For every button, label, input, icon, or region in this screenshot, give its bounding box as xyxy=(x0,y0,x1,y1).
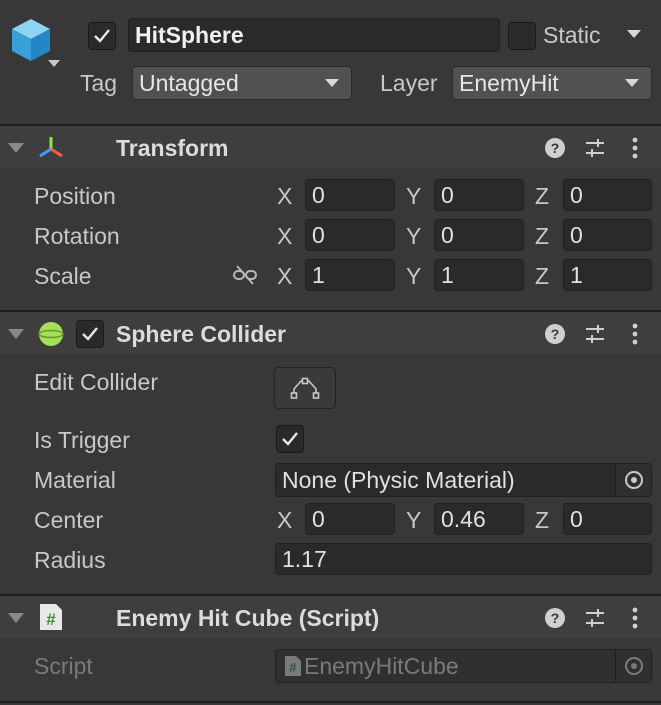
position-y-field[interactable]: 0 xyxy=(434,179,524,211)
svg-text:?: ? xyxy=(551,326,560,342)
edit-collider-label: Edit Collider xyxy=(34,369,158,395)
chevron-down-icon xyxy=(625,79,639,87)
axis-z-label: Z xyxy=(535,507,550,533)
script-field: # EnemyHitCube xyxy=(275,649,652,683)
scale-z-field[interactable]: 1 xyxy=(563,259,652,291)
static-toggle[interactable] xyxy=(508,22,536,50)
script-component-title: Enemy Hit Cube (Script) xyxy=(116,605,380,631)
rotation-x-field[interactable]: 0 xyxy=(305,219,395,251)
script-icon: # xyxy=(285,656,301,676)
axis-x-label: X xyxy=(277,223,293,249)
transform-axes-icon xyxy=(37,134,65,162)
position-z-field[interactable]: 0 xyxy=(563,179,652,211)
preset-icon[interactable] xyxy=(583,136,607,160)
axis-z-label: Z xyxy=(535,183,550,209)
axis-x-label: X xyxy=(277,507,293,533)
material-field[interactable]: None (Physic Material) xyxy=(275,463,652,497)
axis-y-label: Y xyxy=(406,263,422,289)
center-y-field[interactable]: 0.46 xyxy=(434,503,524,535)
object-picker-icon[interactable] xyxy=(615,464,651,496)
gameobject-icon-dropdown[interactable] xyxy=(48,60,60,67)
material-value: None (Physic Material) xyxy=(282,466,515,493)
help-icon[interactable]: ? xyxy=(543,322,567,346)
is-trigger-label: Is Trigger xyxy=(34,427,130,453)
layer-label: Layer xyxy=(380,70,438,96)
kebab-menu-icon[interactable] xyxy=(623,322,647,346)
edit-collider-button[interactable] xyxy=(274,367,336,409)
sphere-collider-enabled-toggle[interactable] xyxy=(76,320,104,348)
svg-text:#: # xyxy=(289,660,297,675)
axis-y-label: Y xyxy=(406,507,422,533)
center-z-field[interactable]: 0 xyxy=(563,503,652,535)
rotation-z-field[interactable]: 0 xyxy=(563,219,652,251)
checkmark-icon xyxy=(82,327,98,341)
chevron-down-icon xyxy=(627,30,641,38)
svg-text:?: ? xyxy=(551,140,560,156)
script-value: EnemyHitCube xyxy=(304,652,459,679)
static-label: Static xyxy=(543,22,601,48)
is-trigger-checkbox[interactable] xyxy=(276,425,304,453)
gameobject-name-field[interactable]: HitSphere xyxy=(128,18,500,52)
rotation-label: Rotation xyxy=(34,223,120,249)
gameobject-cube-icon[interactable] xyxy=(8,16,54,64)
rotation-y-field[interactable]: 0 xyxy=(434,219,524,251)
checkmark-icon xyxy=(282,432,298,446)
axis-x-label: X xyxy=(277,183,293,209)
unlink-icon[interactable] xyxy=(232,263,258,287)
tag-label: Tag xyxy=(80,70,118,96)
kebab-menu-icon[interactable] xyxy=(623,136,647,160)
help-icon[interactable]: ? xyxy=(543,136,567,160)
scale-y-field[interactable]: 1 xyxy=(434,259,524,291)
preset-icon[interactable] xyxy=(583,606,607,630)
center-label: Center xyxy=(34,507,104,533)
svg-text:#: # xyxy=(46,610,56,629)
radius-label: Radius xyxy=(34,547,106,573)
transform-title: Transform xyxy=(116,135,229,161)
edit-collider-icon xyxy=(290,377,320,399)
axis-y-label: Y xyxy=(406,183,422,209)
tag-value: Untagged xyxy=(139,69,239,96)
chevron-down-icon xyxy=(325,79,339,87)
axis-z-label: Z xyxy=(535,263,550,289)
help-icon[interactable]: ? xyxy=(543,606,567,630)
script-label: Script xyxy=(34,653,93,679)
position-x-field[interactable]: 0 xyxy=(305,179,395,211)
axis-y-label: Y xyxy=(406,223,422,249)
foldout-arrow-icon[interactable] xyxy=(8,329,24,339)
svg-text:?: ? xyxy=(551,610,560,626)
center-x-field[interactable]: 0 xyxy=(305,503,395,535)
divider xyxy=(0,701,661,703)
layer-value: EnemyHit xyxy=(459,69,559,96)
kebab-menu-icon[interactable] xyxy=(623,606,647,630)
scale-x-field[interactable]: 1 xyxy=(305,259,395,291)
axis-z-label: Z xyxy=(535,223,550,249)
material-label: Material xyxy=(34,467,116,493)
preset-icon[interactable] xyxy=(583,322,607,346)
layer-dropdown[interactable]: EnemyHit xyxy=(452,66,652,100)
tag-dropdown[interactable]: Untagged xyxy=(132,66,352,100)
active-toggle[interactable] xyxy=(88,22,116,50)
object-picker-icon xyxy=(615,650,651,682)
foldout-arrow-icon[interactable] xyxy=(8,613,24,623)
script-icon: # xyxy=(38,603,64,631)
position-label: Position xyxy=(34,183,116,209)
static-dropdown[interactable] xyxy=(627,30,647,38)
axis-x-label: X xyxy=(277,263,293,289)
sphere-collider-icon xyxy=(37,320,65,348)
foldout-arrow-icon[interactable] xyxy=(8,143,24,153)
gameobject-name: HitSphere xyxy=(135,21,244,48)
checkmark-icon xyxy=(94,29,110,43)
radius-field[interactable]: 1.17 xyxy=(275,543,652,575)
sphere-collider-title: Sphere Collider xyxy=(116,321,286,347)
scale-label: Scale xyxy=(34,263,92,289)
